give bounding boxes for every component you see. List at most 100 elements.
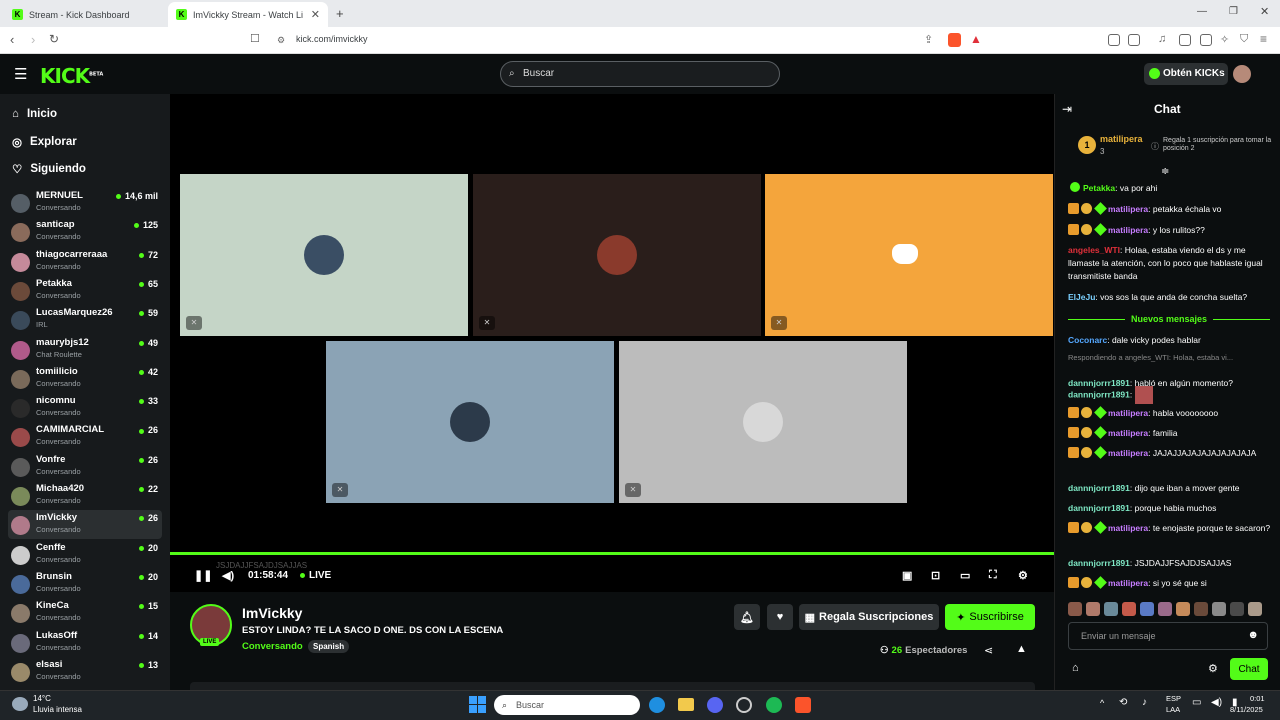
reply-reference[interactable]: Respondiendo a angeles_WTI: Holaa, estab… [1068,353,1274,362]
stream-category[interactable]: Conversando [242,641,303,652]
sidebar-channel[interactable]: Michaa420 Conversando 22 [8,481,162,510]
address-bar[interactable]: kick.com/imvickky [296,34,368,44]
subscribe-button[interactable]: ✦ Suscribirse [945,604,1035,630]
emote-button[interactable] [1086,602,1100,616]
nav-home[interactable]: ⌂ Inicio [12,108,57,120]
emote-button[interactable] [1212,602,1226,616]
close-window-icon[interactable]: ✕ [1260,5,1269,18]
send-chat-button[interactable]: Chat [1230,658,1268,680]
sidebar-channel[interactable]: Cenffe Conversando 20 [8,540,162,569]
vpn-icon[interactable]: ⛉ [1240,33,1248,46]
pause-icon[interactable]: ❚❚ [194,569,212,582]
nav-explore[interactable]: ◎ Explorar [12,135,77,149]
user-avatar[interactable] [1233,65,1251,83]
clip-icon[interactable]: ⊡ [931,569,940,582]
reload-icon[interactable]: ↻ [49,32,59,46]
expand-leaderboard-icon[interactable]: ≑ [1161,166,1169,177]
close-tab-icon[interactable]: ✕ [311,8,320,21]
report-icon[interactable]: ▲ [1016,643,1027,655]
volume-icon[interactable]: ◀) [222,569,234,582]
chat-username[interactable]: matilipera [1108,428,1148,438]
brave-icon[interactable] [795,697,811,713]
chat-username[interactable]: dannnjorrr1891 [1068,389,1130,399]
chat-username[interactable]: ElJeJu [1068,292,1095,302]
gift-subs-button[interactable]: ▦ Regala Suscripciones [799,604,939,630]
chat-username[interactable]: dannnjorrr1891 [1068,483,1130,493]
chat-settings-icon[interactable]: ⚙ [1208,662,1218,675]
emote-button[interactable] [1230,602,1244,616]
share-icon[interactable]: ⇪ [924,33,933,46]
monitor-icon[interactable]: ▭ [1192,697,1201,708]
discord-icon[interactable] [707,697,723,713]
fullscreen-icon[interactable]: ⛶ [989,569,997,582]
get-kicks-button[interactable]: Obtén KICKs [1144,63,1228,85]
chat-username[interactable]: dannnjorrr1891 [1068,558,1130,568]
start-icon[interactable] [469,696,486,713]
wallet-icon[interactable] [1200,34,1212,46]
microphone-icon[interactable]: ♪ [1142,697,1147,708]
nav-following[interactable]: ♡ Siguiendo [12,162,86,176]
music-icon[interactable]: ♫ [1158,33,1166,45]
bookmark-icon[interactable]: ☐ [250,32,260,45]
hamburger-menu-icon[interactable]: ☰ [14,65,27,83]
emote-button[interactable] [1176,602,1190,616]
emote-button[interactable] [1248,602,1262,616]
lang-layout[interactable]: LAA [1166,705,1180,714]
clock-time[interactable]: 0:01 [1250,694,1265,703]
new-tab-button[interactable]: + [336,6,344,21]
spotify-icon[interactable] [766,697,782,713]
forward-icon[interactable]: › [31,32,35,47]
emote-button[interactable] [1194,602,1208,616]
tab-imvickky-stream[interactable]: K ImVickky Stream - Watch Live ✕ [168,2,328,27]
chevron-up-icon[interactable]: ^ [1100,698,1104,708]
sidebar-channel[interactable]: LucasMarquez26 IRL 59 [8,305,162,334]
sidebar-channel[interactable]: tomiilicio Conversando 42 [8,364,162,393]
store-icon[interactable]: ⌂ [1072,662,1079,674]
share-icon[interactable]: ⋖ [984,644,993,657]
mini-player-icon[interactable]: ▣ [902,569,912,582]
language-tag[interactable]: Spanish [308,640,350,653]
progress-bar[interactable] [170,552,1054,555]
menu-icon[interactable]: ≡ [1260,32,1267,46]
sidebar-channel[interactable]: maurybjs12 Chat Roulette 49 [8,335,162,364]
top-gifter-name[interactable]: matilipera [1100,134,1143,144]
sidebar-channel[interactable]: Vonfre Conversando 26 [8,452,162,481]
chat-username[interactable]: Petakka [1083,183,1115,193]
emote-button[interactable] [1158,602,1172,616]
weather-temp[interactable]: 14°C [33,694,51,703]
emote-button[interactable] [1140,602,1154,616]
brave-shield-icon[interactable] [948,33,961,47]
search-input[interactable]: ⌕ Buscar [500,61,780,87]
speaker-icon[interactable]: ◀) [1211,697,1222,708]
chat-username[interactable]: Coconarc [1068,335,1107,345]
sidebar-channel[interactable]: KineCa Conversando 15 [8,598,162,627]
emote-button[interactable] [1068,602,1082,616]
network-icon[interactable]: ⟲ [1119,697,1127,708]
sidebar-channel[interactable]: santicap Conversando 125 [8,217,162,246]
emote-button[interactable] [1122,602,1136,616]
ai-icon[interactable]: ✧ [1220,33,1229,46]
theater-mode-icon[interactable]: ▭ [960,569,970,582]
edge-icon[interactable] [649,697,665,713]
chat-username[interactable]: matilipera [1108,204,1148,214]
channel-name[interactable]: ImVickky [242,605,302,621]
maximize-icon[interactable]: ❐ [1229,6,1238,17]
kick-logo[interactable]: KICKBETA [40,64,103,88]
notification-bell-button[interactable]: 🔔︎ [734,604,760,630]
chat-username[interactable]: matilipera [1108,225,1148,235]
sidebar-channel[interactable]: Brunsin Conversando 20 [8,569,162,598]
site-info-icon[interactable]: ⚙ [277,35,285,46]
sidebar-icon[interactable] [1179,34,1191,46]
chat-username[interactable]: matilipera [1108,448,1148,458]
collapse-chat-icon[interactable]: ⇥ [1062,102,1072,116]
sidebar-channel[interactable]: LukasOff Conversando 14 [8,628,162,657]
follow-button[interactable]: ♥ [767,604,793,630]
brave-rewards-icon[interactable]: ▲ [970,32,982,46]
sidebar-channel[interactable]: elsasi Conversando 13 [8,657,162,686]
chat-username[interactable]: dannnjorrr1891 [1068,503,1130,513]
chat-username[interactable]: matilipera [1108,523,1148,533]
chat-username[interactable]: matilipera [1108,408,1148,418]
sidebar-channel[interactable]: nicomnu Conversando 33 [8,393,162,422]
chat-input[interactable]: Enviar un mensaje ☻ [1068,622,1268,650]
sidebar-channel[interactable]: Petakka Conversando 65 [8,276,162,305]
